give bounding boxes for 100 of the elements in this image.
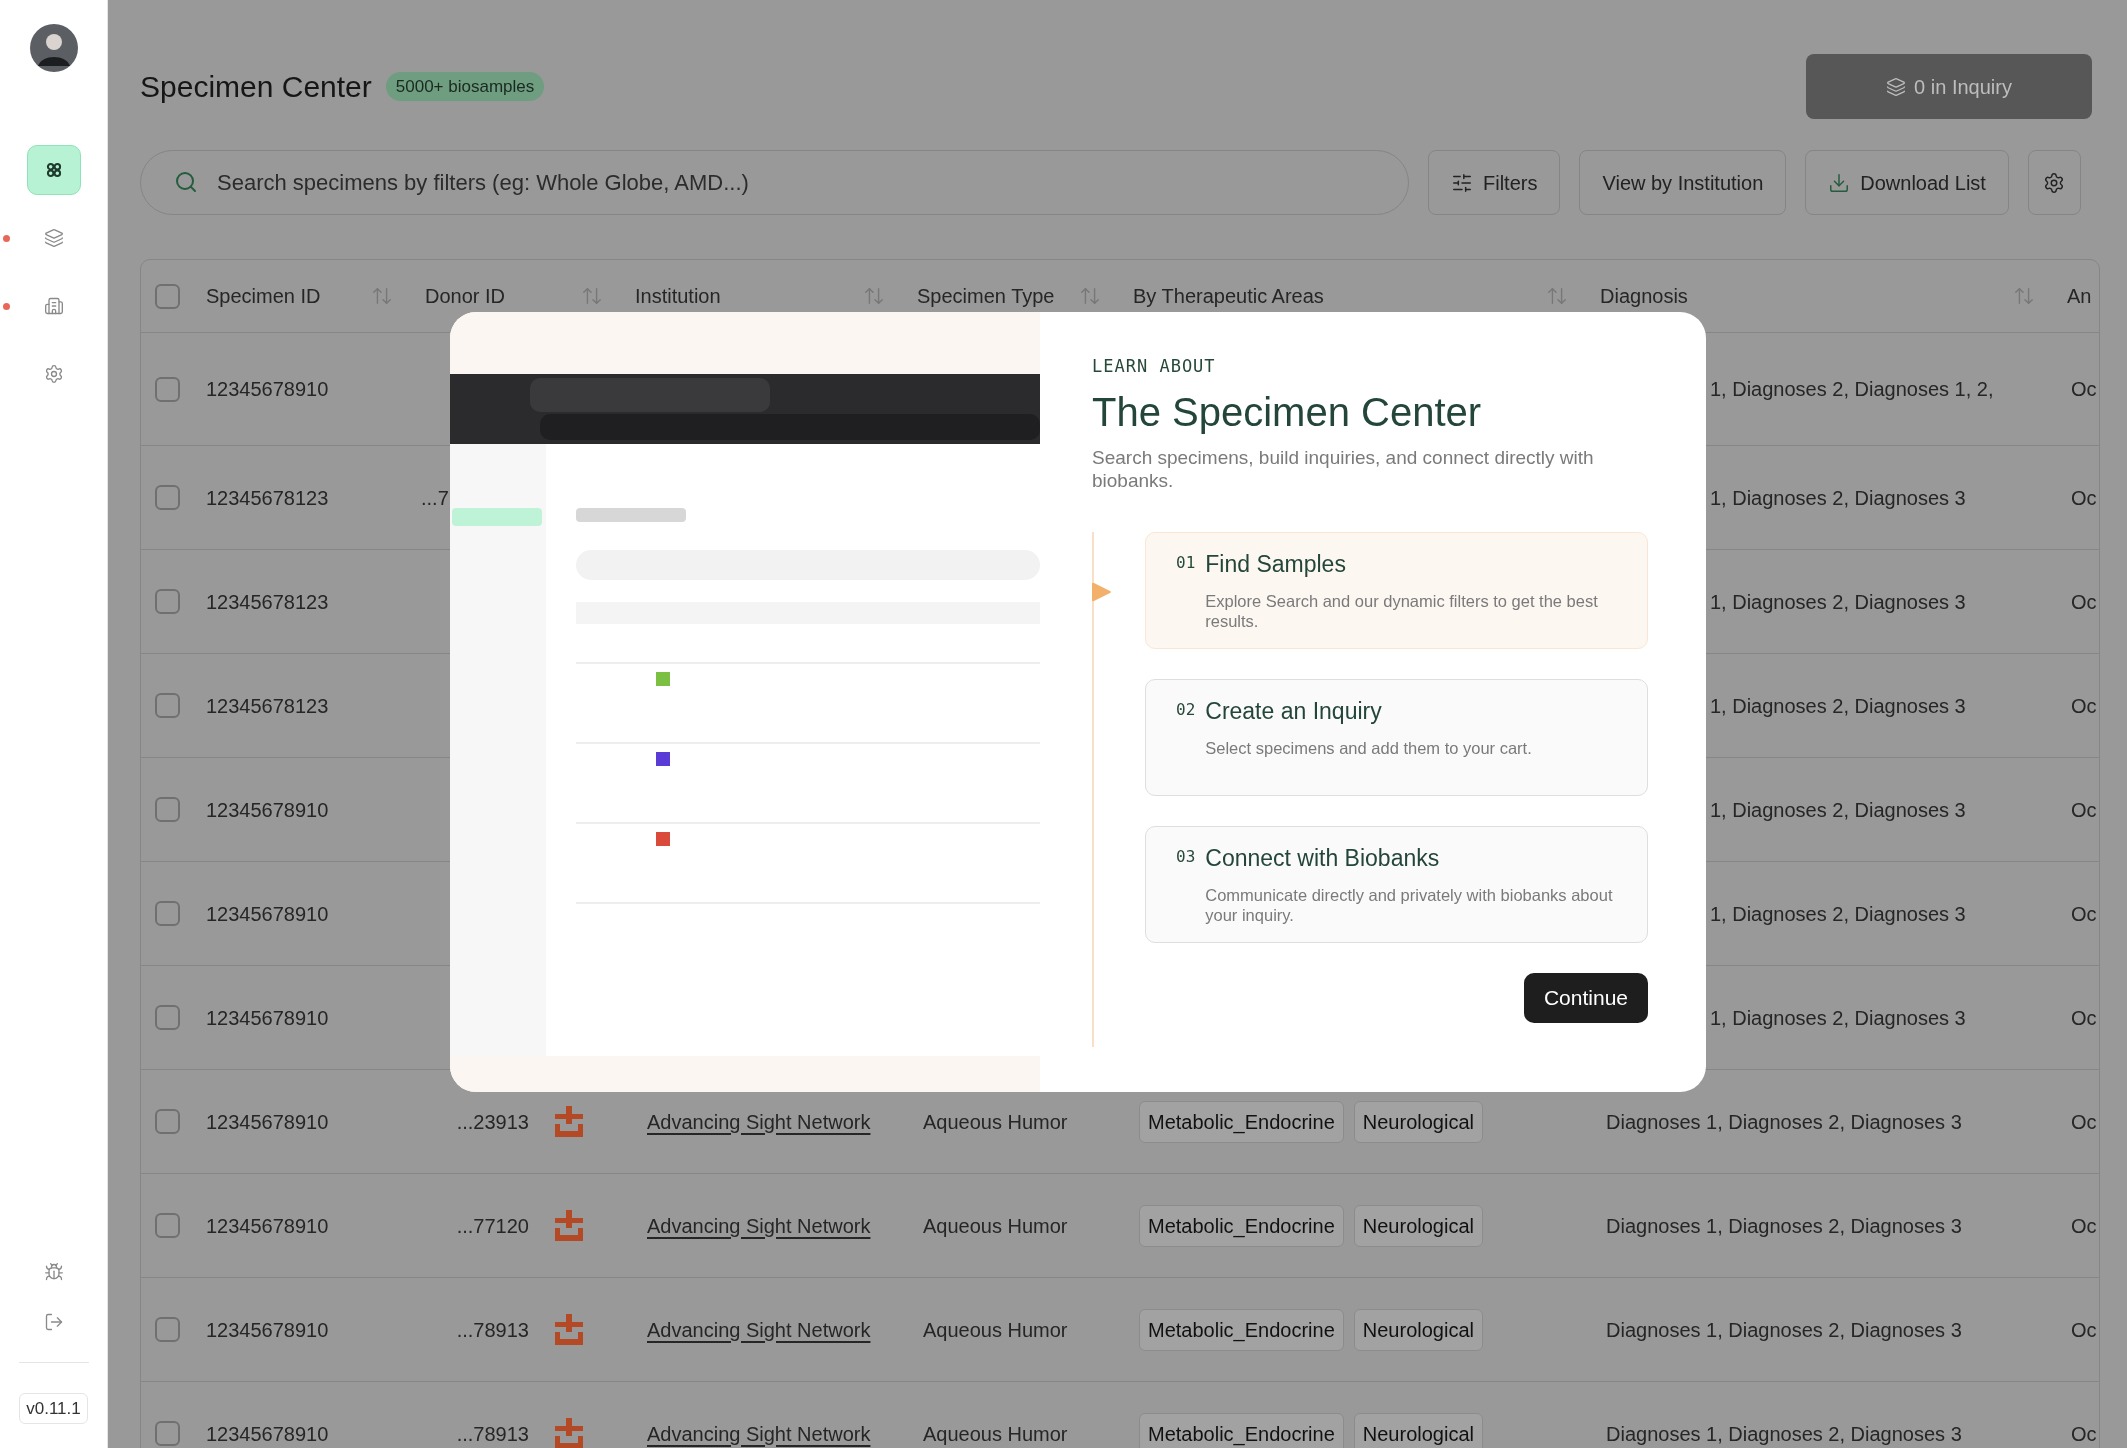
eyebrow-label: LEARN ABOUT — [1092, 355, 1217, 378]
table-cell-text: 12345678910 — [206, 901, 330, 927]
institution-link[interactable]: Advancing Sight Network — [647, 1318, 871, 1341]
step-card[interactable]: 03 Connect with Biobanks Communicate directly and privately with biobanks about your inquiry. — [1145, 825, 1648, 943]
table-cell-text: Aqueous Humor — [922, 1109, 1069, 1135]
continue-button[interactable]: Continue — [1523, 972, 1648, 1023]
download-icon — [1828, 171, 1851, 194]
table-cell-text: ...78913 — [455, 1317, 529, 1343]
table-cell-text: Oc — [2070, 1005, 2098, 1031]
sliders-icon — [1451, 171, 1473, 194]
toolbar-button[interactable]: Filters — [1428, 150, 1561, 215]
bug-icon[interactable] — [43, 1261, 64, 1282]
inquiry-button[interactable]: 0 in Inquiry — [1806, 54, 2092, 119]
column-header: By Therapeutic Areas — [1133, 284, 1324, 309]
column-header: Institution — [635, 284, 721, 309]
step-number: 01 — [1176, 551, 1196, 574]
table-cell-text: 12345678123 — [206, 589, 330, 615]
row-checkbox[interactable] — [155, 693, 180, 718]
sort-icon[interactable] — [863, 285, 885, 307]
table-cell-text: 12345678910 — [206, 1421, 330, 1447]
institution-link[interactable]: Advancing Sight Network — [647, 1214, 871, 1237]
table-cell: ...7 — [421, 486, 449, 509]
step-description: Select specimens and add them to your cart. — [1205, 738, 1532, 758]
search-icon — [174, 170, 198, 194]
toolbar-button[interactable]: View by Institution — [1579, 150, 1787, 215]
row-checkbox[interactable] — [155, 1109, 180, 1134]
row-checkbox[interactable] — [155, 589, 180, 614]
table-cell-text: Oc — [2070, 1109, 2098, 1135]
table-cell-text: Diagnoses 1, Diagnoses 2, Diagnoses 3 — [1605, 1213, 1963, 1239]
row-checkbox[interactable] — [155, 1005, 180, 1030]
step-title: Connect with Biobanks — [1205, 843, 1441, 873]
table-cell-text: 12345678910 — [206, 797, 330, 823]
row-checkbox[interactable] — [155, 1317, 180, 1342]
search-field[interactable]: Search specimens by filters (eg: Whole Globe, AMD...) — [140, 150, 1409, 215]
table-cell-text: Oc — [2070, 693, 2098, 719]
table-cell: 1, Diagnoses 2, Diagnoses 3 — [1710, 486, 1966, 509]
table-cell-text: Diagnoses 1, Diagnoses 2, Diagnoses 3 — [1605, 1317, 1963, 1343]
sidebar-item[interactable] — [26, 145, 81, 195]
area-tag: Metabolic_Endocrine — [1139, 1100, 1344, 1143]
toolbar-button[interactable]: Download List — [1805, 150, 2009, 215]
table-cell-text: 12345678910 — [206, 1317, 330, 1343]
column-header: Diagnosis — [1600, 284, 1688, 309]
row-checkbox[interactable] — [155, 485, 180, 510]
sort-icon[interactable] — [1079, 285, 1101, 307]
table-cell-text: Diagnoses 1, Diagnoses 2, Diagnoses 3 — [1605, 1421, 1963, 1447]
step-card[interactable]: 01 Find Samples Explore Search and our dynamic filters to get the best results. — [1145, 531, 1648, 649]
pointer-icon — [1092, 581, 1112, 602]
step-number: 03 — [1176, 845, 1196, 868]
step-description: Explore Search and our dynamic filters to get the best results. — [1205, 591, 1599, 631]
row-checkbox[interactable] — [155, 376, 180, 402]
modal-title: The Specimen Center — [1092, 388, 1483, 436]
row-checkbox[interactable] — [155, 283, 180, 309]
avatar-icon[interactable] — [29, 24, 78, 72]
modal-description: Search specimens, build inquiries, and connect directly with biobanks. — [1092, 445, 1595, 492]
logout-icon[interactable] — [43, 1311, 64, 1332]
table-cell-text: Aqueous Humor — [922, 1421, 1069, 1447]
sort-icon[interactable] — [2013, 285, 2035, 307]
sort-icon[interactable] — [581, 285, 603, 307]
table-cell-text: 12345678123 — [206, 485, 330, 511]
row-checkbox[interactable] — [155, 1421, 180, 1446]
row-checkbox[interactable] — [155, 901, 180, 926]
table-cell: 1, Diagnoses 2, Diagnoses 1, 2, — [1710, 378, 1994, 400]
sort-icon[interactable] — [371, 285, 393, 307]
table-cell-text: Oc — [2070, 377, 2098, 402]
column-header: Specimen ID — [206, 284, 321, 309]
sort-icon[interactable] — [1546, 285, 1568, 307]
count-badge: 5000+ biosamples — [385, 71, 545, 102]
table-cell: 1, Diagnoses 2, Diagnoses 3 — [1710, 590, 1966, 613]
table-cell-text: Oc — [2070, 589, 2098, 615]
table-cell-text: 12345678910 — [206, 377, 330, 402]
table-cell-text: Aqueous Humor — [922, 1317, 1069, 1343]
settings-button[interactable] — [2027, 150, 2081, 215]
table-cell-text: 12345678910 — [206, 1005, 330, 1031]
step-title: Create an Inquiry — [1205, 696, 1383, 726]
step-card[interactable]: 02 Create an Inquiry Select specimens and add them to your cart. — [1145, 678, 1648, 796]
layers-icon — [43, 228, 64, 248]
area-tag: Neurological — [1353, 1412, 1483, 1448]
settings-icon — [2043, 171, 2066, 194]
area-tag: Metabolic_Endocrine — [1139, 1204, 1344, 1247]
row-checkbox[interactable] — [155, 1213, 180, 1238]
table-cell-text: 12345678910 — [206, 1213, 330, 1239]
institution-link[interactable]: Advancing Sight Network — [647, 1110, 871, 1133]
institution-link[interactable]: Advancing Sight Network — [647, 1422, 871, 1445]
table-cell: 1, Diagnoses 2, Diagnoses 3 — [1710, 1006, 1966, 1029]
table-cell-text: Oc — [2070, 797, 2098, 823]
table-cell-text: ...23913 — [455, 1109, 529, 1135]
column-header: Donor ID — [425, 284, 506, 309]
page-title: Specimen Center — [140, 69, 372, 105]
row-checkbox[interactable] — [155, 797, 180, 822]
table-cell-text: Diagnoses 1, Diagnoses 2, Diagnoses 3 — [1605, 1109, 1963, 1135]
area-tag: Neurological — [1353, 1100, 1483, 1143]
table-cell-text: 12345678910 — [206, 1109, 330, 1135]
step-title: Find Samples — [1205, 549, 1347, 579]
layers-icon — [1886, 76, 1907, 97]
table-cell: 1, Diagnoses 2, Diagnoses 3 — [1710, 694, 1966, 717]
table-cell-text: Oc — [2070, 1421, 2098, 1447]
area-tag: Metabolic_Endocrine — [1139, 1308, 1344, 1351]
column-header: Specimen Type — [917, 284, 1055, 309]
table-cell-text: 12345678123 — [206, 693, 330, 719]
table-cell-text: Oc — [2070, 1317, 2098, 1343]
